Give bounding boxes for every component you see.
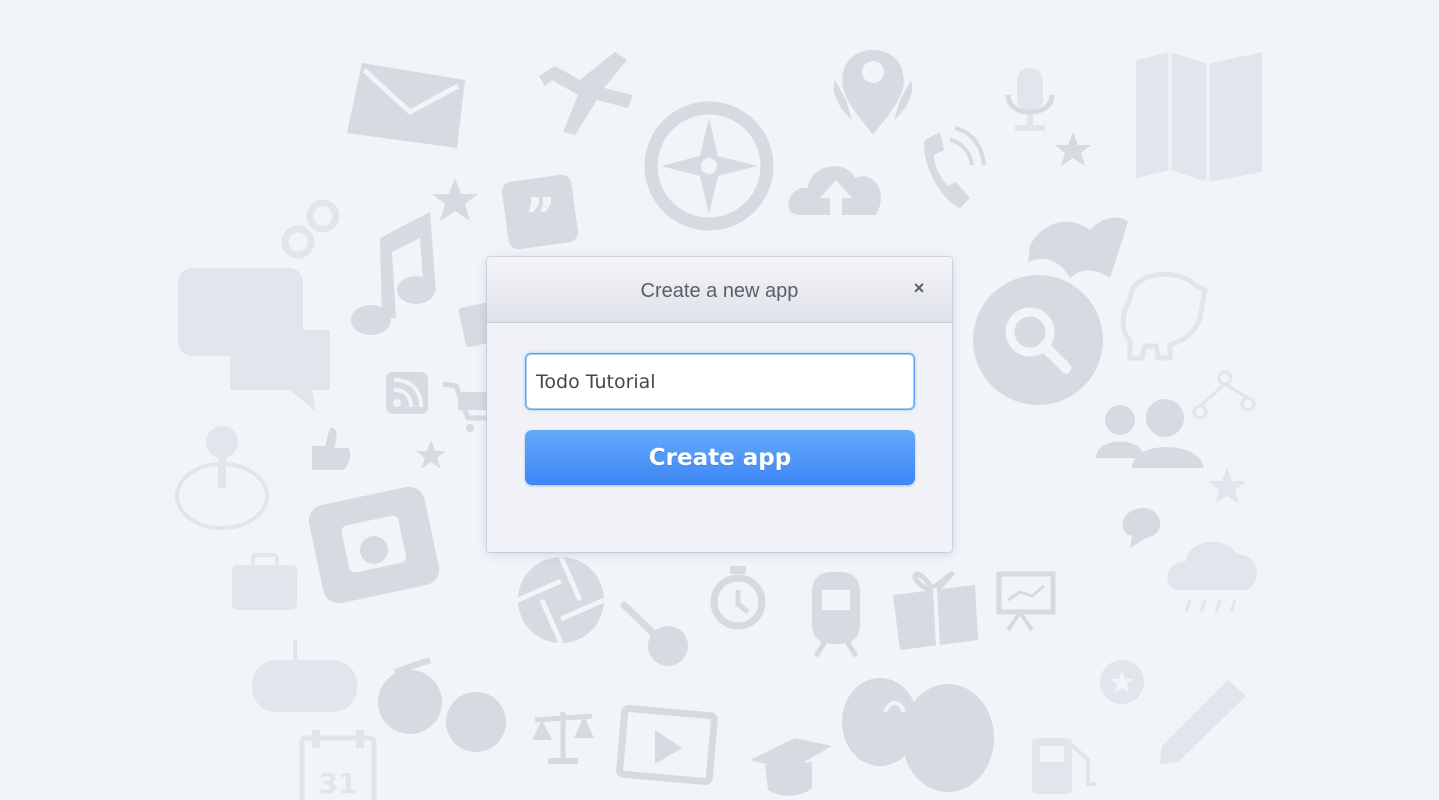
star-badge-icon [1100,660,1144,704]
camera-icon [308,486,440,604]
svg-text:”: ” [524,188,556,244]
graduation-cap-icon [750,738,832,796]
map-pin-icon [833,50,913,135]
gift-icon [893,571,978,650]
search-icon [973,275,1103,405]
link-icon [281,199,340,259]
gas-pump-icon [1032,738,1096,794]
users-icon [1096,399,1204,468]
shopping-cart-icon [442,381,488,432]
gamepad-icon [252,640,357,712]
piggy-bank-icon [1120,271,1208,361]
airplane-icon [539,52,633,135]
app-name-input[interactable] [525,353,915,410]
glasses-icon [378,657,506,752]
cloud-upload-icon [788,166,882,215]
train-icon [812,572,860,658]
balloons-icon [842,678,994,792]
compass-icon [644,101,774,231]
pencil-icon [1160,680,1246,764]
quote-icon: ” [501,174,579,250]
microphone-icon [1005,68,1055,131]
music-note-icon [351,212,436,335]
close-button[interactable]: × [910,278,928,298]
calendar-day: 31 [319,767,358,800]
network-icon [1192,370,1256,420]
joystick-icon [175,426,269,530]
chat-bubble-icon [1122,508,1161,548]
map-icon [1136,52,1262,182]
book-icon [1028,217,1128,278]
dialog-header: Create a new app × [487,257,952,323]
create-app-dialog: Create a new app × Create app [487,257,952,552]
stopwatch-icon [710,566,766,630]
video-player-icon [616,705,718,785]
envelope-icon [347,63,465,148]
thumbs-up-icon [312,427,350,470]
rss-icon [386,372,428,414]
dialog-title: Create a new app [640,280,799,302]
create-app-button[interactable]: Create app [525,430,915,485]
chat-bubble-icon [178,268,330,412]
calendar-icon: 31 [299,730,377,800]
phone-icon [924,126,986,208]
scales-icon [532,712,594,764]
guitar-icon [620,601,688,666]
aperture-icon [516,555,606,645]
briefcase-icon [232,553,297,610]
rain-cloud-icon [1167,541,1257,613]
presentation-icon [996,571,1056,632]
